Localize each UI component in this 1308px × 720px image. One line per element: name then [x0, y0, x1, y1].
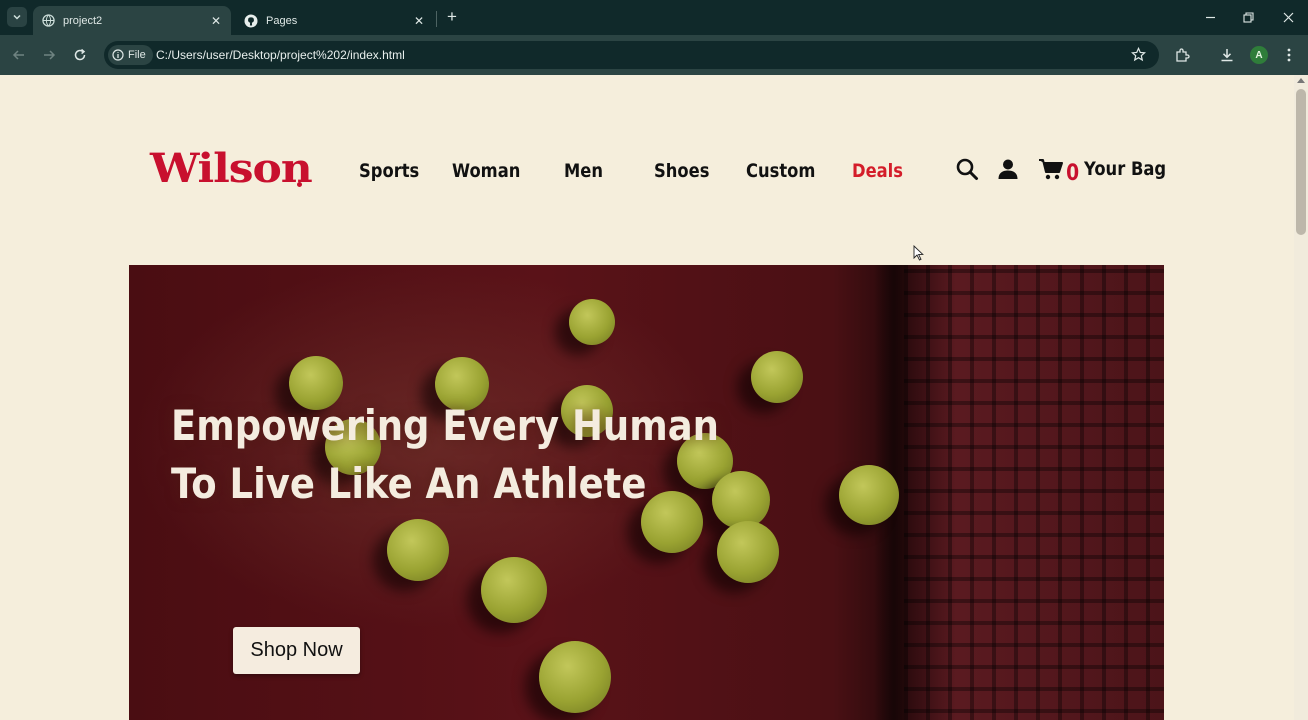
- nav-custom[interactable]: Custom: [746, 160, 815, 182]
- tab-pages[interactable]: Pages ✕: [236, 6, 434, 35]
- tab-divider: [436, 11, 437, 27]
- scrollbar-thumb[interactable]: [1296, 89, 1306, 235]
- tab-title: Pages: [266, 14, 298, 27]
- tennis-ball-image: [481, 557, 547, 623]
- hero-title-line-1: Empowering Every Human: [171, 401, 719, 450]
- close-window-icon[interactable]: [1277, 6, 1299, 28]
- profile-avatar[interactable]: A: [1250, 46, 1268, 64]
- restore-icon[interactable]: [1237, 6, 1259, 28]
- browser-toolbar: File C:/Users/user/Desktop/project%202/i…: [0, 35, 1308, 75]
- page-viewport: Wilson Sports Woman Men Shoes Custom Dea…: [0, 75, 1294, 720]
- globe-icon: [41, 14, 55, 28]
- forward-arrow-icon[interactable]: [38, 44, 60, 66]
- tennis-ball-image: [717, 521, 779, 583]
- tennis-ball-image: [539, 641, 611, 713]
- logo-registered-dot: [297, 182, 302, 187]
- new-tab-plus-icon[interactable]: +: [443, 8, 461, 26]
- site-info-chip[interactable]: File: [108, 45, 153, 65]
- nav-woman[interactable]: Woman: [452, 160, 520, 182]
- nav-shoes[interactable]: Shoes: [654, 160, 709, 182]
- tab-project2[interactable]: project2 ✕: [33, 6, 231, 35]
- hero-title: Empowering Every Human To Live Like An A…: [171, 397, 719, 513]
- close-tab-icon[interactable]: ✕: [209, 14, 223, 28]
- cart-icon[interactable]: [1038, 157, 1066, 181]
- nav-men[interactable]: Men: [564, 160, 603, 182]
- menu-kebab-icon[interactable]: [1279, 45, 1299, 65]
- tennis-ball-image: [387, 519, 449, 581]
- extensions-puzzle-icon[interactable]: [1172, 45, 1192, 65]
- tab-search-chevron-icon[interactable]: [7, 7, 27, 27]
- hero-title-line-2: To Live Like An Athlete: [171, 459, 647, 508]
- browser-tab-strip: project2 ✕ Pages ✕ +: [0, 0, 1308, 35]
- cart-count-badge: 0: [1066, 161, 1080, 186]
- github-icon: [244, 14, 258, 28]
- info-icon: [112, 49, 124, 61]
- reload-icon[interactable]: [69, 44, 91, 66]
- search-icon[interactable]: [955, 157, 979, 181]
- address-bar[interactable]: File C:/Users/user/Desktop/project%202/i…: [104, 41, 1159, 69]
- site-info-label: File: [128, 49, 146, 61]
- nav-deals[interactable]: Deals: [852, 160, 903, 182]
- tennis-ball-image: [839, 465, 899, 525]
- back-arrow-icon[interactable]: [8, 44, 30, 66]
- download-icon[interactable]: [1217, 45, 1237, 65]
- url-text[interactable]: C:/Users/user/Desktop/project%202/index.…: [156, 48, 405, 62]
- close-tab-icon[interactable]: ✕: [412, 14, 426, 28]
- nav-sports[interactable]: Sports: [359, 160, 419, 182]
- hero-banner: Empowering Every Human To Live Like An A…: [129, 265, 1164, 720]
- vertical-scrollbar[interactable]: [1294, 75, 1308, 720]
- mouse-cursor-icon: [913, 245, 924, 261]
- your-bag-link[interactable]: Your Bag: [1084, 158, 1166, 180]
- wilson-logo[interactable]: Wilson: [150, 145, 313, 192]
- bookmark-star-icon[interactable]: [1130, 46, 1147, 63]
- tennis-net-image: [904, 265, 1164, 720]
- tab-title: project2: [63, 14, 103, 27]
- minimize-icon[interactable]: [1199, 6, 1221, 28]
- user-icon[interactable]: [996, 157, 1020, 181]
- scroll-up-arrow-icon[interactable]: [1297, 78, 1305, 83]
- shop-now-button[interactable]: Shop Now: [233, 627, 360, 674]
- tennis-ball-image: [751, 351, 803, 403]
- tennis-ball-image: [569, 299, 615, 345]
- tennis-ball-image: [712, 471, 770, 529]
